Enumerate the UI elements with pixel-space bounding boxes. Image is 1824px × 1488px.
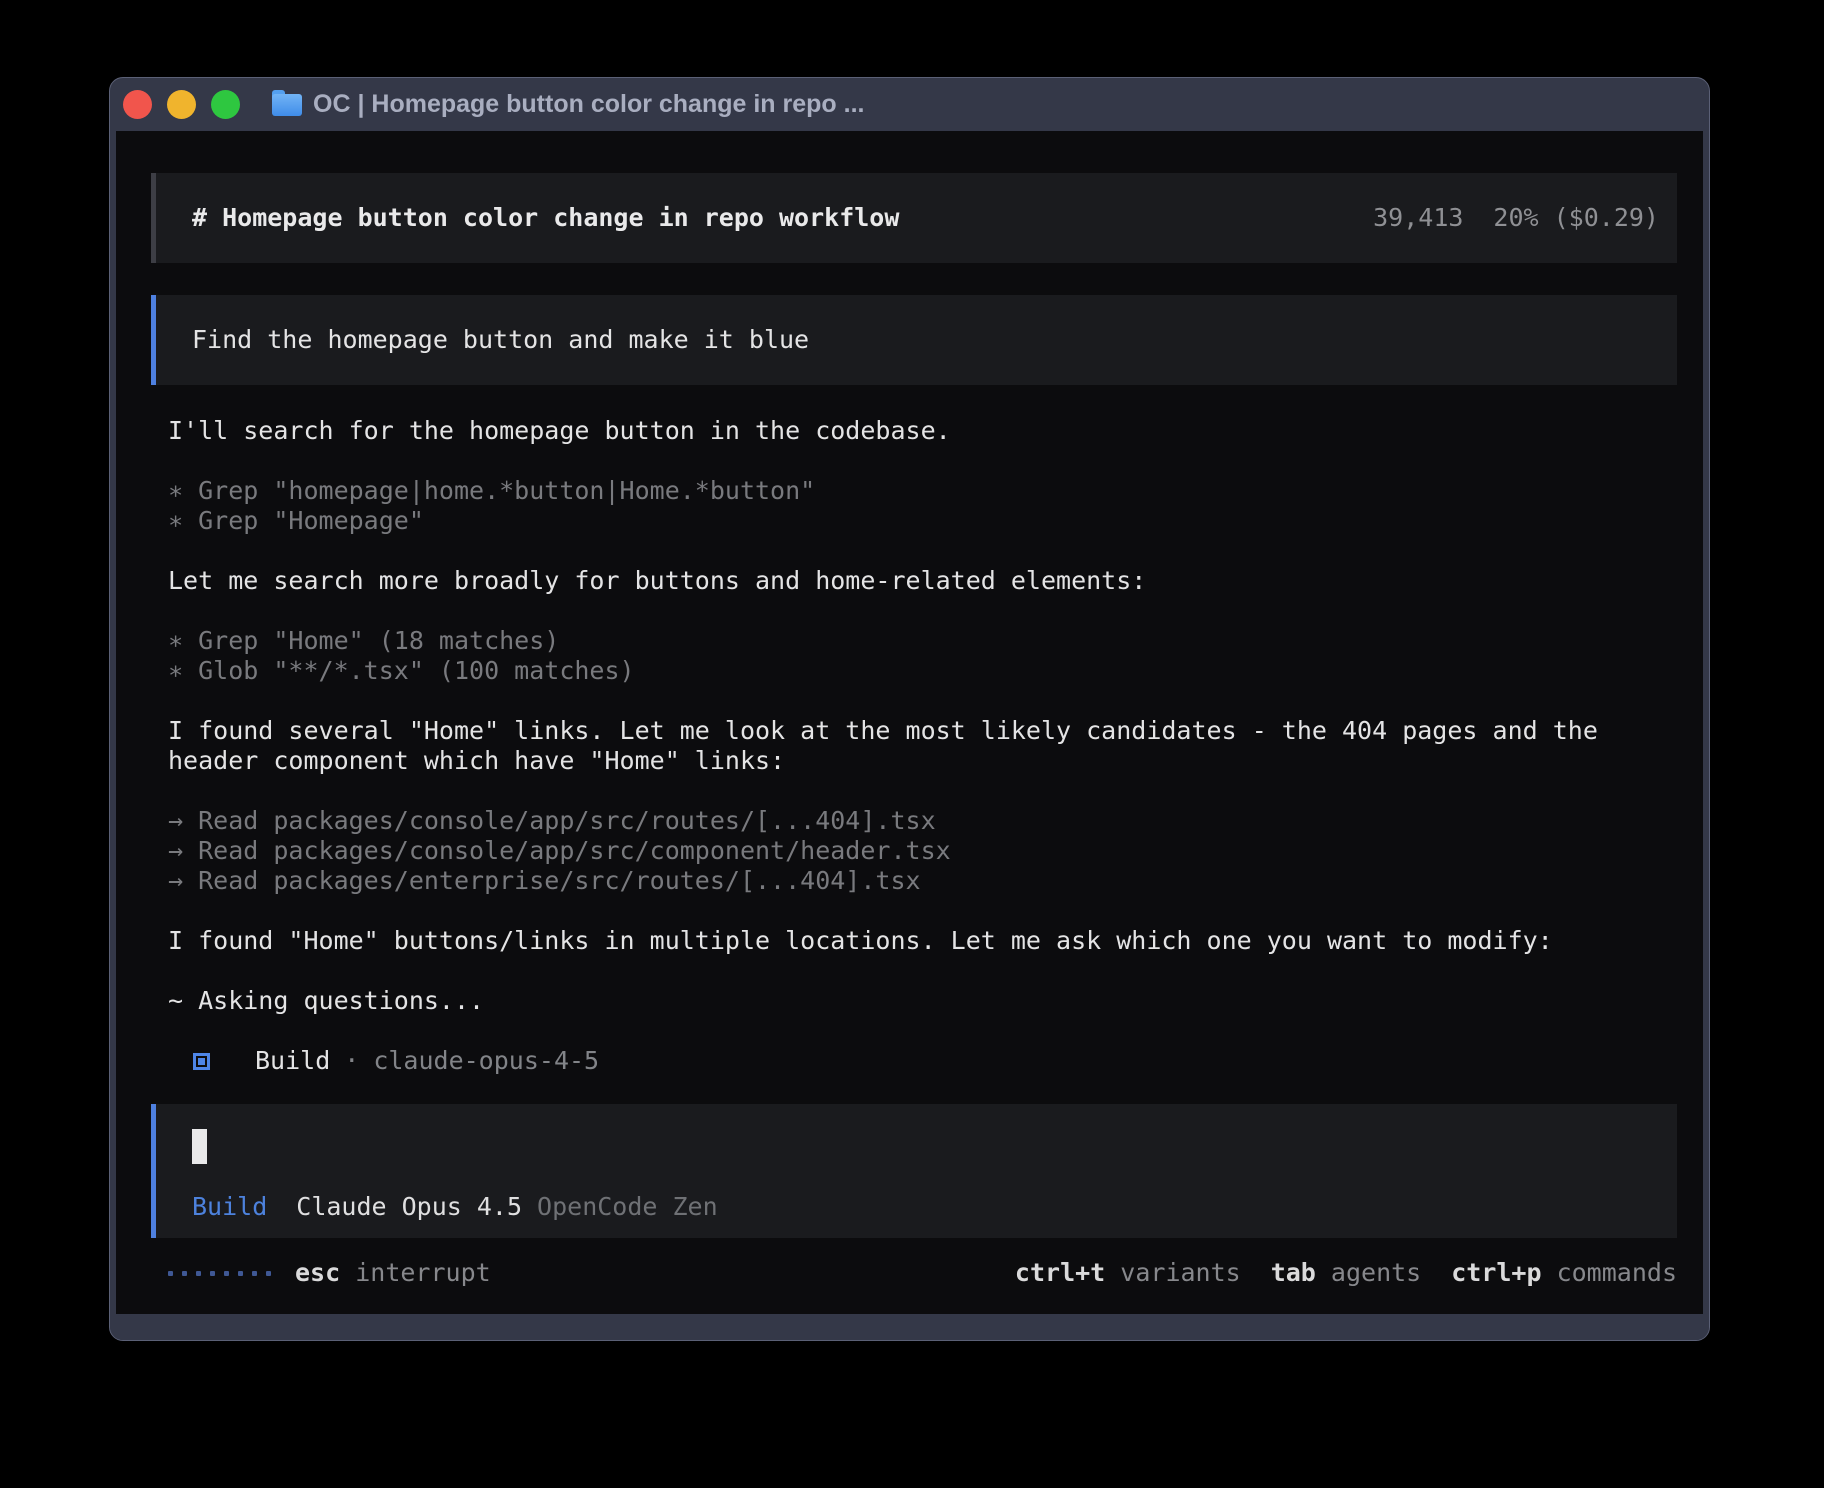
hint-label: agents	[1316, 1258, 1421, 1287]
input-meta-row: Build Claude Opus 4.5 OpenCode Zen	[192, 1192, 1677, 1222]
spinner-dot	[266, 1271, 271, 1276]
tool-call-group: → Read packages/console/app/src/routes/[…	[168, 806, 1677, 896]
agent-model: claude-opus-4-5	[373, 1046, 599, 1076]
tool-call-group: ∗ Grep "homepage|home.*button|Home.*butt…	[168, 476, 1677, 536]
spinner-dot	[252, 1271, 257, 1276]
output-line: → Read packages/console/app/src/componen…	[168, 836, 1677, 866]
minimize-button[interactable]	[167, 90, 196, 119]
output-line: I found several "Home" links. Let me loo…	[168, 716, 1677, 746]
session-title: # Homepage button color change in repo w…	[192, 203, 899, 233]
assistant-output: I'll search for the homepage button in t…	[168, 416, 1677, 1016]
agent-name: Build	[255, 1046, 330, 1076]
session-meta: 39,413 20% ($0.29)	[1373, 203, 1659, 233]
status-bar: esc interrupt ctrl+t variantstab agentsc…	[168, 1258, 1677, 1288]
assistant-text: Let me search more broadly for buttons a…	[168, 566, 1677, 596]
hint-label: commands	[1542, 1258, 1677, 1287]
input-model-label: Claude Opus 4.5	[296, 1192, 522, 1222]
output-line: ∗ Grep "Homepage"	[168, 506, 1677, 536]
spinner-dot	[224, 1271, 229, 1276]
text-cursor	[192, 1129, 207, 1164]
assistant-text: ~ Asking questions...	[168, 986, 1677, 1016]
output-line: I'll search for the homepage button in t…	[168, 416, 1677, 446]
agent-separator: ·	[344, 1046, 359, 1076]
hint-key: ctrl+t	[1015, 1258, 1105, 1287]
agent-build-icon	[193, 1053, 210, 1070]
hint-label: variants	[1105, 1258, 1240, 1287]
user-message-text: Find the homepage button and make it blu…	[192, 325, 809, 355]
assistant-text: I found "Home" buttons/links in multiple…	[168, 926, 1677, 956]
folder-icon	[272, 94, 302, 116]
window-titlebar[interactable]: OC | Homepage button color change in rep…	[110, 78, 1709, 131]
output-line: ∗ Glob "**/*.tsx" (100 matches)	[168, 656, 1677, 686]
agent-status-line: Build · claude-opus-4-5	[193, 1046, 1677, 1076]
spinner-dot	[210, 1271, 215, 1276]
spinner-dot	[238, 1271, 243, 1276]
session-header: # Homepage button color change in repo w…	[151, 173, 1677, 263]
tool-call-group: ∗ Grep "Home" (18 matches)∗ Glob "**/*.t…	[168, 626, 1677, 686]
token-count: 39,413	[1373, 203, 1463, 232]
output-line: header component which have "Home" links…	[168, 746, 1677, 776]
keyboard-hint: ctrl+p commands	[1451, 1258, 1677, 1288]
assistant-text: I found several "Home" links. Let me loo…	[168, 716, 1677, 776]
terminal-content: # Homepage button color change in repo w…	[116, 131, 1703, 1314]
output-line: ~ Asking questions...	[168, 986, 1677, 1016]
output-line: I found "Home" buttons/links in multiple…	[168, 926, 1677, 956]
context-usage: 20% ($0.29)	[1493, 203, 1659, 232]
window-bottom-edge	[110, 1314, 1709, 1340]
input-agent-label[interactable]: Build	[192, 1192, 267, 1222]
input-provider-label: OpenCode Zen	[537, 1192, 718, 1222]
output-line: → Read packages/enterprise/src/routes/[.…	[168, 866, 1677, 896]
spinner-dots	[168, 1271, 271, 1276]
zoom-button[interactable]	[211, 90, 240, 119]
output-line: ∗ Grep "Home" (18 matches)	[168, 626, 1677, 656]
spinner-dot	[182, 1271, 187, 1276]
terminal-window: OC | Homepage button color change in rep…	[109, 77, 1710, 1341]
keyboard-hint: tab agents	[1271, 1258, 1422, 1288]
esc-key-hint: esc	[295, 1258, 340, 1288]
output-line: Let me search more broadly for buttons a…	[168, 566, 1677, 596]
spinner-dot	[168, 1271, 173, 1276]
traffic-lights	[123, 90, 240, 119]
spinner-dot	[196, 1271, 201, 1276]
assistant-text: I'll search for the homepage button in t…	[168, 416, 1677, 446]
keyboard-hint: ctrl+t variants	[1015, 1258, 1241, 1288]
status-left: esc interrupt	[168, 1258, 491, 1288]
interrupt-label: interrupt	[355, 1258, 490, 1288]
desktop: OC | Homepage button color change in rep…	[0, 0, 1824, 1488]
output-line: → Read packages/console/app/src/routes/[…	[168, 806, 1677, 836]
hint-key: ctrl+p	[1451, 1258, 1541, 1287]
output-line: ∗ Grep "homepage|home.*button|Home.*butt…	[168, 476, 1677, 506]
window-title: OC | Homepage button color change in rep…	[313, 90, 864, 119]
user-message: Find the homepage button and make it blu…	[151, 295, 1677, 385]
hint-key: tab	[1271, 1258, 1316, 1287]
esc-key-label	[340, 1258, 355, 1288]
close-button[interactable]	[123, 90, 152, 119]
prompt-input[interactable]: Build Claude Opus 4.5 OpenCode Zen	[151, 1104, 1677, 1238]
status-right: ctrl+t variants tab agents ctrl+p commands	[985, 1258, 1677, 1288]
